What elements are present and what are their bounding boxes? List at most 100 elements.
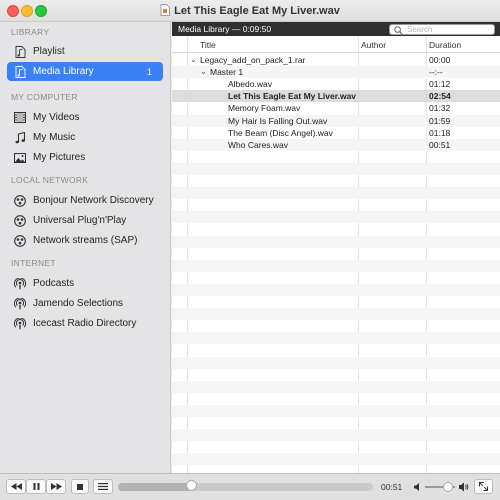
sidebar-item-podcasts[interactable]: Podcasts [7, 274, 163, 293]
table-row[interactable]: The Beam (Disc Angel).wav 01:18 [172, 127, 500, 139]
empty-row [172, 369, 500, 381]
row-title: Legacy_add_on_pack_1.rar [200, 55, 306, 65]
podcast-icon [14, 277, 26, 290]
table-row[interactable]: Who Cares.wav 00:51 [172, 138, 500, 151]
pause-icon [33, 483, 39, 490]
seek-handle[interactable] [186, 480, 198, 491]
column-header-duration[interactable]: Duration [429, 40, 461, 50]
volume-high-icon[interactable] [459, 482, 469, 492]
volume-handle[interactable] [442, 482, 453, 492]
sidebar-item-label: Bonjour Network Discovery [33, 195, 154, 206]
sidebar-item-label: Media Library [33, 66, 94, 78]
sidebar-item-network-streams-sap[interactable]: Network streams (SAP) [7, 231, 163, 250]
rewind-icon [10, 483, 22, 490]
media-library-panel: Media Library — 0:09:50 Search Title Aut… [172, 22, 500, 473]
disclosure-chevron-icon[interactable]: ⌄ [190, 55, 197, 64]
table-row[interactable]: Albedo.wav 01:12 [172, 78, 500, 90]
sidebar-section-header: LOCAL NETWORK [11, 175, 89, 185]
sidebar-item-label: My Pictures [33, 152, 86, 164]
sidebar-item-label: Playlist [33, 46, 65, 57]
disclosure-chevron-icon[interactable]: ⌄ [200, 67, 207, 76]
row-duration: 01:12 [429, 79, 451, 90]
empty-row [172, 199, 500, 211]
table-row[interactable]: Memory Foam.wav 01:32 [172, 102, 500, 114]
rewind-button[interactable] [6, 479, 26, 494]
sidebar-item-label: Icecast Radio Directory [33, 318, 137, 330]
elapsed-time[interactable]: 00:51 [381, 482, 402, 492]
empty-row [172, 223, 500, 235]
sidebar-item-bonjour-network-discovery[interactable]: Bonjour Network Discovery [7, 191, 163, 210]
column-header-title[interactable]: Title [200, 40, 216, 50]
search-placeholder: Search [407, 25, 433, 34]
empty-row [172, 308, 500, 321]
play-pause-button[interactable] [26, 479, 46, 494]
sidebar-item-icecast-radio-directory[interactable]: Icecast Radio Directory [7, 314, 163, 333]
table-row[interactable]: ⌄ Master 1 --:-- [172, 66, 500, 79]
volume-low-icon[interactable] [414, 483, 422, 491]
row-duration: 00:51 [429, 139, 451, 150]
empty-row [172, 465, 500, 473]
music-note-icon [14, 131, 26, 144]
podcast-icon [14, 297, 26, 310]
volume-slider[interactable] [425, 482, 455, 492]
network-icon [14, 235, 26, 247]
count-badge: 1 [146, 66, 152, 77]
empty-row [172, 162, 500, 175]
fullscreen-button[interactable] [474, 479, 493, 494]
window-title: Let This Eagle Eat My Liver.wav [0, 4, 500, 17]
sidebar-item-label: Podcasts [33, 278, 75, 289]
sidebar-item-label: Network streams (SAP) [33, 235, 138, 247]
row-title: Albedo.wav [228, 79, 272, 90]
sidebar-item-playlist[interactable]: Playlist [7, 42, 163, 61]
empty-row [172, 429, 500, 442]
music-note-doc-icon [14, 45, 26, 58]
table-row[interactable]: Let This Eagle Eat My Liver.wav 02:54 [172, 90, 500, 103]
window-title-text: Let This Eagle Eat My Liver.wav [174, 5, 340, 17]
table-row[interactable]: My Hair Is Falling Out.wav 01:59 [172, 114, 500, 127]
search-input[interactable]: Search [389, 24, 495, 35]
column-header-row: Title Author Duration [172, 37, 500, 53]
empty-row [172, 404, 500, 417]
empty-row [172, 453, 500, 466]
sidebar-item-universal-plug-n-play[interactable]: Universal Plug'n'Play [7, 211, 163, 230]
sidebar-item-my-videos[interactable]: My Videos [7, 108, 163, 127]
sidebar-item-label: Jamendo Selections [33, 298, 124, 310]
sidebar: LIBRARY Playlist Media Library 1 MY COMPUTER… [0, 22, 171, 473]
network-icon [14, 194, 26, 207]
row-duration: 01:32 [429, 103, 451, 114]
seek-bar[interactable] [118, 480, 373, 491]
row-title: The Beam (Disc Angel).wav [228, 127, 333, 138]
row-duration: --:-- [429, 67, 443, 78]
library-table: ⌄ Legacy_add_on_pack_1.rar 00:00 ⌄ Master 1-… [172, 54, 500, 473]
sidebar-item-my-pictures[interactable]: My Pictures [7, 148, 163, 167]
document-icon [160, 4, 171, 16]
row-duration: 02:54 [429, 91, 451, 102]
fast-forward-icon [50, 483, 62, 490]
sidebar-item-label: My Music [33, 132, 76, 144]
empty-row [172, 393, 500, 405]
fullscreen-icon [479, 482, 488, 491]
playback-controls: 00:51 [0, 473, 500, 500]
empty-row [172, 356, 500, 369]
film-icon [14, 112, 26, 124]
sidebar-item-label: Universal Plug'n'Play [33, 215, 127, 227]
podcast-icon [14, 317, 26, 330]
empty-row [172, 296, 500, 308]
row-title: Who Cares.wav [228, 139, 288, 150]
empty-row [172, 283, 500, 296]
table-row[interactable]: ⌄ Legacy_add_on_pack_1.rar 00:00 [172, 54, 500, 66]
empty-row [172, 235, 500, 248]
column-header-author[interactable]: Author [361, 40, 386, 50]
stop-icon [77, 483, 83, 490]
sidebar-item-my-music[interactable]: My Music [7, 128, 163, 147]
seek-bar-progress [118, 483, 192, 491]
empty-row [172, 259, 500, 272]
empty-row [172, 380, 500, 393]
toggle-playlist-button[interactable] [93, 479, 113, 494]
stop-button[interactable] [71, 479, 89, 494]
sidebar-item-media-library[interactable]: Media Library 1 [7, 62, 163, 82]
sidebar-item-jamendo-selections[interactable]: Jamendo Selections [7, 294, 163, 313]
empty-row [172, 211, 500, 224]
fast-forward-button[interactable] [46, 479, 66, 494]
row-title: Master 1 [210, 67, 244, 78]
